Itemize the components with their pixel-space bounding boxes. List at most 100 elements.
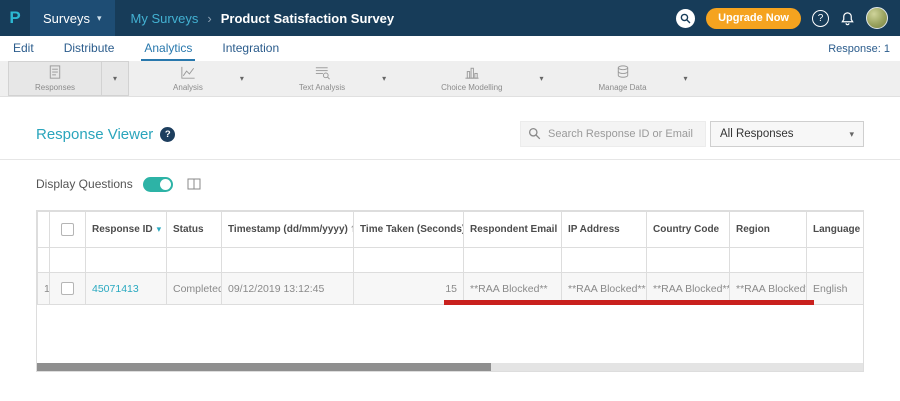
notifications-bell-icon[interactable]	[840, 11, 855, 26]
header-response-id-label: Response ID	[92, 224, 153, 235]
toolbar-item-responses[interactable]: Responses ▾	[8, 61, 130, 96]
text-analysis-button[interactable]: Text Analysis	[273, 61, 371, 96]
header-response-id[interactable]: Response ID ▾	[85, 211, 167, 248]
page-title: Response Viewer	[36, 125, 154, 143]
response-count: Response: 1	[828, 42, 890, 55]
analysis-dropdown-caret[interactable]: ▾	[229, 61, 255, 96]
manage-data-label: Manage Data	[598, 83, 647, 92]
horizontal-scrollbar[interactable]	[37, 363, 863, 371]
survey-nav-tabs: Edit Distribute Analytics Integration Re…	[0, 36, 900, 61]
select-all-checkbox[interactable]	[61, 223, 74, 236]
filter-cell[interactable]	[646, 247, 730, 273]
text-analysis-label: Text Analysis	[298, 83, 346, 92]
filter-cell[interactable]	[166, 247, 222, 273]
filter-cell[interactable]	[806, 247, 863, 273]
responses-dropdown-caret[interactable]: ▾	[101, 62, 128, 95]
manage-data-dropdown-caret[interactable]: ▾	[673, 61, 699, 96]
filter-cell	[37, 247, 50, 273]
header-timestamp[interactable]: Timestamp (dd/mm/yyyy)⇅	[221, 211, 354, 248]
filter-cell[interactable]	[561, 247, 647, 273]
breadcrumb-separator-icon: ›	[207, 10, 212, 26]
header-respondent-email[interactable]: Respondent Email	[463, 211, 562, 248]
section-divider	[0, 159, 900, 160]
manage-data-icon	[617, 65, 628, 78]
all-responses-value: All Responses	[720, 128, 794, 140]
choice-modelling-label: Choice Modelling	[441, 83, 503, 92]
all-responses-dropdown[interactable]: All Responses ▾	[710, 121, 864, 147]
chevron-down-icon: ▾	[96, 12, 102, 23]
tab-analytics[interactable]: Analytics	[141, 36, 196, 61]
cell-language: English	[806, 272, 863, 305]
header-timestamp-label: Timestamp (dd/mm/yyyy)	[228, 224, 348, 235]
response-table-container: Response ID ▾ Status Timestamp (dd/mm/yyy…	[36, 210, 864, 372]
header-time-taken[interactable]: Time Taken (Seconds)⇅	[353, 211, 464, 248]
filter-cell[interactable]	[353, 247, 464, 273]
topbar-actions: Upgrade Now ?	[676, 7, 900, 29]
search-response-input[interactable]	[520, 121, 706, 147]
filter-cell[interactable]	[463, 247, 562, 273]
manage-data-button[interactable]: Manage Data	[573, 61, 673, 96]
header-language[interactable]: Language	[806, 211, 863, 248]
filter-cell[interactable]	[221, 247, 354, 273]
sort-desc-icon[interactable]: ▾	[157, 224, 162, 234]
toolbar-item-manage-data[interactable]: Manage Data ▾	[573, 61, 699, 96]
header-status[interactable]: Status	[166, 211, 222, 248]
display-questions-label: Display Questions	[36, 177, 133, 191]
header-time-taken-label: Time Taken (Seconds)	[360, 224, 464, 235]
responses-icon	[49, 65, 61, 79]
table-scroll-area: Response ID ▾ Status Timestamp (dd/mm/yyy…	[37, 211, 863, 305]
table-header-row: Response ID ▾ Status Timestamp (dd/mm/yyy…	[37, 211, 863, 248]
toolbar-item-text-analysis[interactable]: Text Analysis ▾	[273, 61, 397, 96]
cell-timestamp: 09/12/2019 13:12:45	[221, 272, 354, 305]
filter-cell[interactable]	[85, 247, 167, 273]
header-region[interactable]: Region	[729, 211, 807, 248]
help-icon[interactable]: ?	[812, 9, 829, 27]
tab-edit[interactable]: Edit	[10, 36, 37, 61]
title-help-icon[interactable]: ?	[160, 126, 176, 142]
filter-cell[interactable]	[729, 247, 807, 273]
breadcrumb-my-surveys[interactable]: My Surveys	[131, 11, 199, 26]
topbar: P Surveys ▾ My Surveys › Product Satisfa…	[0, 0, 900, 36]
analytics-toolbar: Responses ▾ Analysis ▾ Text Analysis ▾ C…	[0, 61, 900, 97]
breadcrumb-current-survey: Product Satisfaction Survey	[220, 10, 395, 26]
column-settings-icon[interactable]	[187, 177, 201, 191]
text-analysis-dropdown-caret[interactable]: ▾	[371, 61, 397, 96]
cell-status: Completed	[166, 272, 222, 305]
responses-label: Responses	[35, 83, 76, 92]
toggle-knob	[159, 178, 171, 190]
toolbar-item-choice-modelling[interactable]: Choice Modelling ▾	[415, 61, 554, 96]
header-country-code[interactable]: Country Code	[646, 211, 730, 248]
response-search	[520, 121, 706, 147]
header-select-all	[49, 211, 86, 248]
breadcrumb: My Surveys › Product Satisfaction Survey	[131, 11, 395, 26]
surveys-menu-button[interactable]: Surveys ▾	[30, 0, 115, 36]
toolbar-item-analysis[interactable]: Analysis ▾	[147, 61, 255, 96]
display-questions-toggle[interactable]	[142, 176, 173, 192]
viewer-header: Response Viewer ? All Responses ▾	[36, 121, 864, 147]
choice-modelling-dropdown-caret[interactable]: ▾	[529, 61, 555, 96]
choice-modelling-icon	[465, 67, 479, 79]
search-icon[interactable]	[676, 8, 696, 28]
red-annotation-line	[444, 300, 814, 305]
responses-button[interactable]: Responses	[9, 62, 101, 95]
text-analysis-icon	[315, 67, 330, 80]
tab-distribute[interactable]: Distribute	[61, 36, 118, 61]
analysis-button[interactable]: Analysis	[147, 61, 229, 96]
cell-select	[49, 272, 86, 305]
header-ip-address[interactable]: IP Address	[561, 211, 647, 248]
scrollbar-thumb[interactable]	[37, 363, 492, 371]
response-id-link[interactable]: 45071413	[92, 283, 139, 295]
tab-integration[interactable]: Integration	[219, 36, 282, 61]
choice-modelling-button[interactable]: Choice Modelling	[415, 61, 528, 96]
surveys-menu-label: Surveys	[43, 10, 90, 26]
upgrade-now-button[interactable]: Upgrade Now	[706, 7, 801, 29]
magnifier-glyph	[680, 13, 691, 23]
user-avatar[interactable]	[866, 7, 888, 29]
filter-cell	[49, 247, 86, 273]
questionpro-logo[interactable]: P	[0, 8, 30, 28]
header-row-number	[37, 211, 50, 248]
row-checkbox[interactable]	[61, 282, 74, 295]
analysis-icon	[181, 66, 195, 79]
search-input-icon	[528, 127, 541, 140]
display-questions-row: Display Questions	[36, 174, 864, 194]
